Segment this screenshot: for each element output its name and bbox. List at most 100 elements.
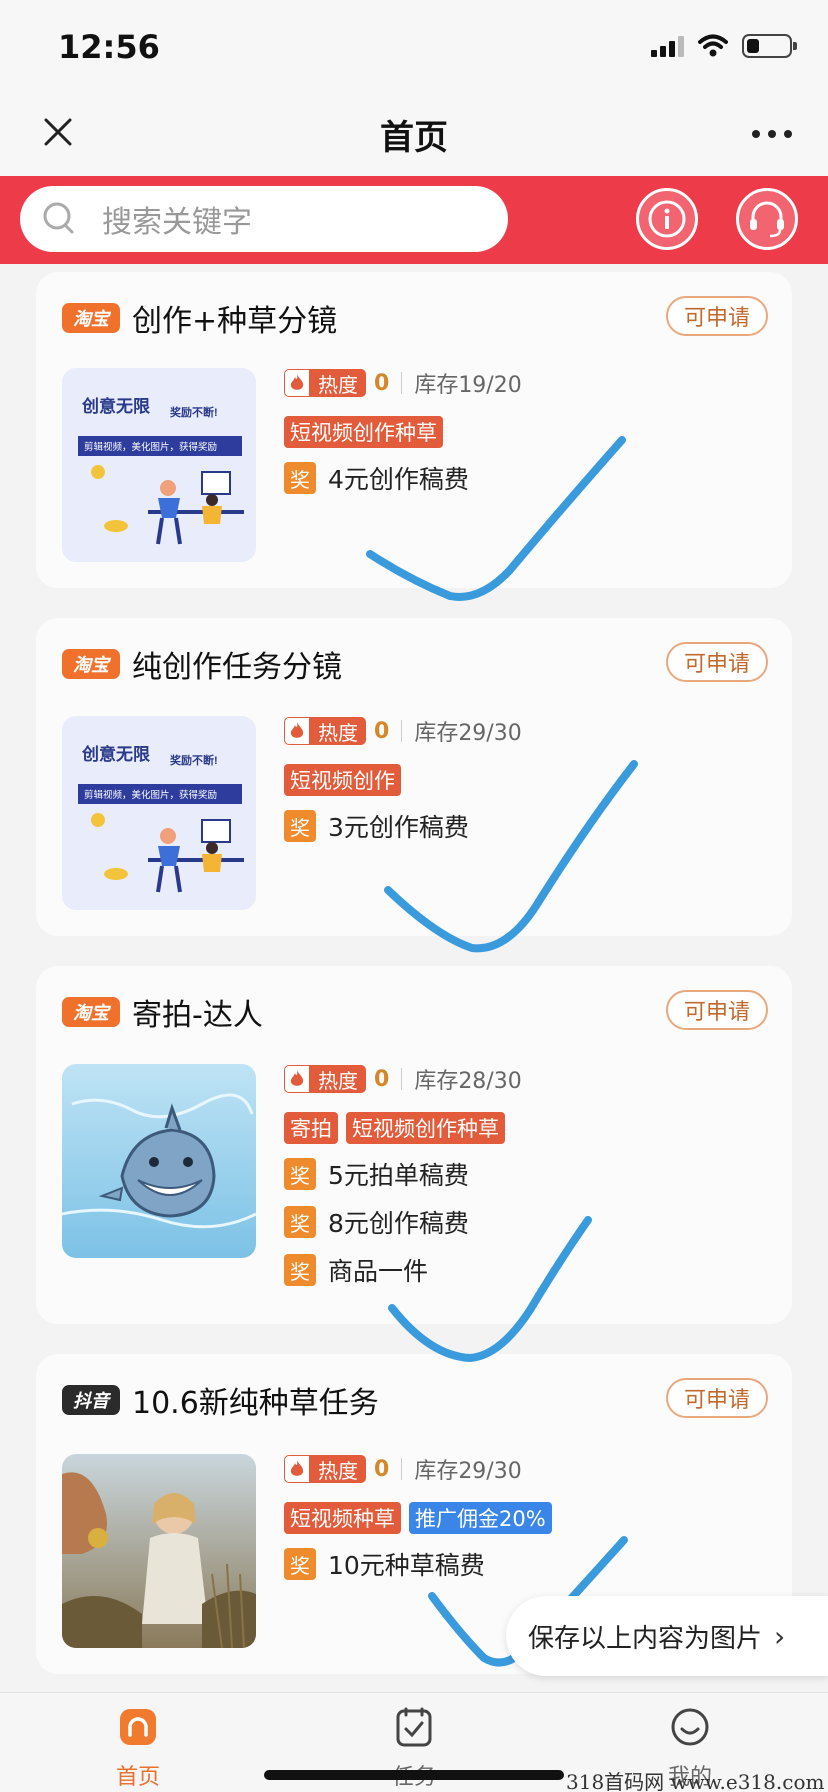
taobao-badge: 淘宝 (62, 649, 120, 679)
card-title: 寄拍-达人 (132, 998, 263, 1033)
fire-icon (284, 1455, 310, 1483)
heat-label: 热度 (310, 717, 366, 745)
task-info: 热度 0 库存29/30 短视频种草 推广佣金20% 奖 10元种草稿费 (284, 1454, 552, 1582)
reward-badge: 奖 (284, 810, 316, 842)
reward-row: 奖 5元拍单稿费 (284, 1156, 522, 1192)
tag: 短视频创作 (284, 764, 401, 796)
task-thumbnail: 创意无限 奖励不断! 剪辑视频，美化图片，获得奖励 (62, 368, 256, 562)
info-icon (648, 200, 686, 238)
heat-row: 热度 0 库存28/30 (284, 1064, 522, 1094)
taobao-badge: 淘宝 (62, 303, 120, 333)
heat-label: 热度 (310, 1455, 366, 1483)
divider (401, 720, 403, 742)
apply-button[interactable]: 可申请 (666, 1378, 768, 1418)
heat-value: 0 (374, 1066, 390, 1092)
fire-icon (284, 717, 310, 745)
customer-service-button[interactable] (736, 188, 798, 250)
card-title: 创作+种草分镜 (132, 304, 338, 339)
fire-icon (284, 1065, 310, 1093)
douyin-badge: 抖音 (62, 1385, 120, 1415)
stock-count: 库存29/30 (414, 721, 522, 746)
info-button[interactable] (636, 188, 698, 250)
status-icons (651, 34, 797, 58)
apply-button[interactable]: 可申请 (666, 642, 768, 682)
task-card[interactable]: 淘宝 创作+种草分镜 可申请 创意无限 奖励不断! 剪辑视频，美化图片，获得奖励… (36, 272, 792, 588)
tab-home[interactable]: 首页 (78, 1705, 198, 1791)
reward-row: 奖 10元种草稿费 (284, 1546, 552, 1582)
status-time: 12:56 (58, 28, 160, 66)
divider (401, 372, 403, 394)
search-input[interactable]: 搜索关键字 (20, 186, 508, 252)
divider (401, 1458, 403, 1480)
task-thumbnail: 创意无限 奖励不断! 剪辑视频，美化图片，获得奖励 (62, 716, 256, 910)
stock-count: 库存28/30 (414, 1069, 522, 1094)
tag: 寄拍 (284, 1112, 338, 1144)
battery-icon (742, 34, 797, 58)
thumb-sub: 奖励不断! (170, 753, 218, 767)
home-icon (120, 1709, 156, 1745)
card-title-row: 淘宝 创作+种草分镜 (62, 296, 337, 340)
task-card[interactable]: 淘宝 纯创作任务分镜 可申请 创意无限 奖励不断! 剪辑视频，美化图片，获得奖励… (36, 618, 792, 936)
heat-row: 热度 0 库存29/30 (284, 716, 522, 746)
task-thumbnail (62, 1064, 256, 1258)
reward-row: 奖 3元创作稿费 (284, 808, 522, 844)
search-header: 搜索关键字 (0, 176, 828, 264)
heat-value: 0 (374, 370, 390, 396)
thumb-banner: 剪辑视频，美化图片，获得奖励 (84, 789, 217, 801)
reward-row: 奖 商品一件 (284, 1252, 522, 1288)
tag: 短视频创作种草 (284, 416, 443, 448)
reward-text: 4元创作稿费 (328, 465, 469, 494)
fire-icon (284, 369, 310, 397)
tag-list: 短视频创作种草 (284, 416, 522, 448)
page-title: 首页 (380, 118, 448, 158)
chevron-right-icon: › (774, 1619, 786, 1653)
tag-list: 短视频创作 (284, 764, 522, 796)
tag-list: 寄拍 短视频创作种草 (284, 1112, 522, 1144)
status-bar: 12:56 (0, 0, 828, 96)
heat-row: 热度 0 库存29/30 (284, 1454, 552, 1484)
reward-row: 奖 8元创作稿费 (284, 1204, 522, 1240)
card-title-row: 抖音 10.6新纯种草任务 (62, 1378, 379, 1422)
reward-badge: 奖 (284, 1158, 316, 1190)
divider (401, 1068, 403, 1090)
reward-badge: 奖 (284, 1548, 316, 1580)
more-icon[interactable] (752, 130, 792, 138)
stock-count: 库存29/30 (414, 1459, 522, 1484)
task-thumbnail (62, 1454, 256, 1648)
save-label: 保存以上内容为图片 (528, 1623, 763, 1654)
search-placeholder: 搜索关键字 (102, 205, 252, 240)
card-title-row: 淘宝 寄拍-达人 (62, 990, 263, 1034)
tab-label: 首页 (115, 1765, 160, 1790)
reward-badge: 奖 (284, 462, 316, 494)
tag: 短视频种草 (284, 1502, 401, 1534)
task-card[interactable]: 淘宝 寄拍-达人 可申请 热度 0 库存28/30 寄拍 短视频创作种草 奖 5… (36, 966, 792, 1324)
heat-value: 0 (374, 1456, 390, 1482)
thumb-headline: 创意无限 (81, 396, 150, 416)
profile-icon (671, 1708, 709, 1746)
apply-button[interactable]: 可申请 (666, 990, 768, 1030)
taobao-badge: 淘宝 (62, 997, 120, 1027)
stock-count: 库存19/20 (414, 373, 522, 398)
search-icon (43, 202, 74, 234)
task-info: 热度 0 库存29/30 短视频创作 奖 3元创作稿费 (284, 716, 522, 844)
heat-row: 热度 0 库存19/20 (284, 368, 522, 398)
reward-text: 8元创作稿费 (328, 1209, 469, 1238)
nav-bar: 首页 (0, 96, 828, 176)
apply-button[interactable]: 可申请 (666, 296, 768, 336)
wifi-icon (698, 34, 728, 57)
reward-text: 商品一件 (328, 1257, 429, 1286)
reward-row: 奖 4元创作稿费 (284, 460, 522, 496)
tag-list: 短视频种草 推广佣金20% (284, 1502, 552, 1534)
card-title: 纯创作任务分镜 (132, 650, 342, 685)
heat-label: 热度 (310, 369, 366, 397)
tag: 短视频创作种草 (346, 1112, 505, 1144)
commission-tag: 推广佣金20% (409, 1502, 552, 1534)
heat-label: 热度 (310, 1065, 366, 1093)
thumb-headline: 创意无限 (81, 744, 150, 764)
reward-text: 10元种草稿费 (328, 1551, 485, 1580)
heat-value: 0 (374, 718, 390, 744)
card-title-row: 淘宝 纯创作任务分镜 (62, 642, 342, 686)
thumb-sub: 奖励不断! (170, 405, 218, 419)
watermark: 318首码网 www.e318.com (566, 1770, 825, 1792)
save-as-image-button[interactable]: 保存以上内容为图片 › (506, 1596, 828, 1676)
